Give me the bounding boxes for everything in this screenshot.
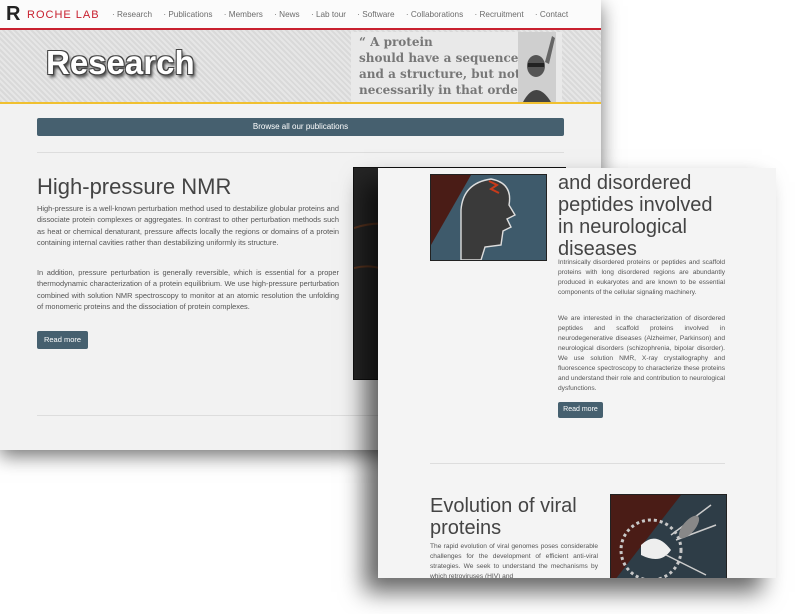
quote-box: “ A protein should have a sequence and a… — [351, 32, 562, 102]
nav-link-collaborations[interactable]: · Collaborations — [406, 10, 463, 19]
title-line: diseases — [558, 238, 637, 260]
mosquito-art-icon — [611, 495, 726, 578]
front-window: and disordered peptides involved in neur… — [378, 168, 776, 578]
section-image[interactable] — [430, 174, 547, 261]
nav-link-contact[interactable]: · Contact — [535, 10, 568, 19]
quote-text: “ A protein should have a sequence and a… — [359, 34, 534, 98]
nav-link-recruitment[interactable]: · Recruitment — [474, 10, 523, 19]
nav-links: · Research · Publications · Members · Ne… — [112, 10, 577, 19]
page-banner: Research “ A protein should have a seque… — [0, 30, 601, 104]
quote-line: should have a sequence — [359, 51, 519, 65]
section-title-high-pressure: High-pressure NMR — [37, 174, 232, 199]
nav-link-research[interactable]: · Research — [112, 10, 152, 19]
portrait-silhouette-icon — [518, 32, 556, 102]
top-navbar: R ROCHE LAB · Research · Publications · … — [0, 0, 601, 30]
paragraph: Intrinsically disordered proteins or pep… — [558, 259, 725, 296]
nav-link-software[interactable]: · Software — [357, 10, 394, 19]
section-image[interactable] — [610, 494, 727, 578]
title-line: peptides involved — [558, 194, 713, 216]
section-title-viral: Evolution of viral proteins — [430, 495, 577, 539]
quote-line: necessarily in that order.” — [359, 83, 535, 97]
divider — [37, 152, 564, 153]
title-line: and disordered — [558, 172, 692, 194]
divider — [430, 463, 725, 464]
paragraph: We are interested in the characterizatio… — [558, 315, 725, 392]
logo-mark[interactable]: R — [6, 3, 20, 26]
paragraph: High-pressure is a well-known perturbati… — [37, 204, 339, 248]
nav-link-publications[interactable]: · Publications — [163, 10, 212, 19]
logo-text[interactable]: ROCHE LAB — [27, 9, 100, 21]
quote-line: “ A protein — [359, 35, 433, 49]
browse-publications-button[interactable]: Browse all our publications — [37, 118, 564, 136]
nav-link-lab-tour[interactable]: · Lab tour — [311, 10, 346, 19]
title-line: in neurological — [558, 216, 687, 238]
nav-link-news[interactable]: · News — [274, 10, 299, 19]
quote-line: and a structure, but not — [359, 67, 521, 81]
nav-link-members[interactable]: · Members — [224, 10, 263, 19]
read-more-button[interactable]: Read more — [37, 331, 88, 349]
read-more-button[interactable]: Read more — [558, 402, 603, 418]
paragraph: The rapid evolution of viral genomes pos… — [430, 543, 598, 578]
page-title: Research — [46, 44, 195, 81]
section-title-disordered: and disordered peptides involved in neur… — [558, 172, 713, 260]
paragraph: In addition, pressure perturbation is ge… — [37, 268, 339, 312]
profile-head-art-icon — [431, 175, 546, 260]
